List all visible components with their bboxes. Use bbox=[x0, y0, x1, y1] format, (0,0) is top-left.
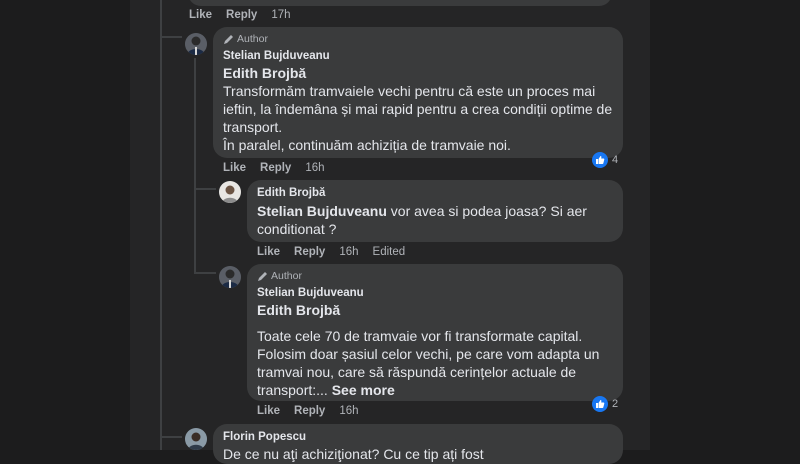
comment-line: În paralel, continuăm achiziția de tramv… bbox=[223, 137, 511, 153]
author-badge: Author bbox=[257, 270, 302, 282]
comment-text: De ce nu aţi achiziţionat? Cu ce tip ați… bbox=[223, 445, 618, 463]
like-button[interactable]: Like bbox=[257, 246, 280, 258]
mention-link[interactable]: Edith Brojbă bbox=[223, 65, 306, 81]
edited-label[interactable]: Edited bbox=[373, 246, 406, 258]
like-button[interactable]: Like bbox=[189, 9, 212, 21]
like-button[interactable]: Like bbox=[257, 405, 280, 417]
comment-line: Toate cele 70 de tramvaie vor fi transfo… bbox=[257, 328, 583, 344]
author-badge-label: Author bbox=[271, 270, 302, 282]
comment-text: Stelian Bujduveanu vor avea si podea joa… bbox=[257, 202, 617, 238]
comment-actions: Like Reply 16h Edited bbox=[257, 246, 405, 258]
comment-bubble-partial bbox=[188, 0, 612, 6]
comment-time: 16h bbox=[339, 246, 359, 258]
comment-time: 16h bbox=[305, 162, 325, 174]
author-badge: Author bbox=[223, 33, 268, 45]
comment-line: tramvai nou, care să răspundă cerințelor… bbox=[257, 364, 577, 380]
like-button[interactable]: Like bbox=[223, 162, 246, 174]
comment-line: Transformăm tramvaiele vechi pentru că e… bbox=[223, 83, 596, 99]
comment-author[interactable]: Stelian Bujduveanu bbox=[223, 50, 330, 62]
comment-actions: Like Reply 17h bbox=[189, 9, 291, 21]
pencil-icon bbox=[258, 271, 267, 281]
reply-button[interactable]: Reply bbox=[294, 405, 325, 417]
avatar[interactable] bbox=[185, 428, 207, 450]
thread-line-nested bbox=[194, 58, 196, 273]
thread-line bbox=[160, 0, 162, 450]
comment-author[interactable]: Stelian Bujduveanu bbox=[257, 287, 364, 299]
person-avatar-icon bbox=[185, 33, 207, 55]
see-more-link[interactable]: See more bbox=[332, 382, 395, 398]
comment-line: transport:... bbox=[257, 382, 328, 398]
comment-line: conditionat ? bbox=[257, 221, 337, 237]
thread-connector bbox=[194, 188, 216, 190]
comment-line: Folosim doar șasiul celor vechi, pe care… bbox=[257, 346, 600, 362]
comment-line: vor avea si podea joasa? Si aer bbox=[386, 203, 587, 219]
mention-link[interactable]: Edith Brojbă bbox=[257, 302, 340, 318]
comment-author[interactable]: Florin Popescu bbox=[223, 431, 306, 443]
avatar[interactable] bbox=[219, 181, 241, 203]
thumbs-up-icon bbox=[592, 152, 608, 168]
comment-text: Edith Brojbă Toate cele 70 de tramvaie v… bbox=[257, 301, 617, 399]
reaction-count: 2 bbox=[612, 398, 619, 410]
comment-actions: Like Reply 16h bbox=[223, 162, 325, 174]
comment-line: transport. bbox=[223, 119, 283, 135]
comment-line: ieftin, la îndemâna și mai rapid pentru … bbox=[223, 101, 613, 117]
reaction-summary[interactable]: 4 bbox=[592, 152, 618, 168]
reply-button[interactable]: Reply bbox=[294, 246, 325, 258]
thread-connector bbox=[160, 436, 182, 438]
thumbs-up-icon bbox=[592, 396, 608, 412]
comment-actions: Like Reply 16h bbox=[257, 405, 359, 417]
avatar[interactable] bbox=[219, 266, 241, 288]
reply-button[interactable]: Reply bbox=[260, 162, 291, 174]
thread-connector bbox=[160, 36, 182, 38]
thread-connector bbox=[194, 272, 216, 274]
mention-link[interactable]: Stelian Bujduveanu bbox=[257, 203, 387, 219]
comment-author[interactable]: Edith Brojbă bbox=[257, 187, 325, 199]
comment-text: Edith Brojbă Transformăm tramvaiele vech… bbox=[223, 64, 618, 154]
reaction-count: 4 bbox=[612, 154, 619, 166]
reaction-summary[interactable]: 2 bbox=[592, 396, 618, 412]
person-avatar-icon bbox=[219, 266, 241, 288]
author-badge-label: Author bbox=[237, 33, 268, 45]
comment-time: 17h bbox=[271, 9, 291, 21]
pencil-icon bbox=[224, 34, 233, 44]
comment-line: De ce nu aţi achiziţionat? Cu ce tip ați… bbox=[223, 446, 484, 462]
person-avatar-icon bbox=[185, 428, 207, 450]
reply-button[interactable]: Reply bbox=[226, 9, 257, 21]
avatar[interactable] bbox=[185, 33, 207, 55]
person-avatar-icon bbox=[219, 181, 241, 203]
comment-time: 16h bbox=[339, 405, 359, 417]
